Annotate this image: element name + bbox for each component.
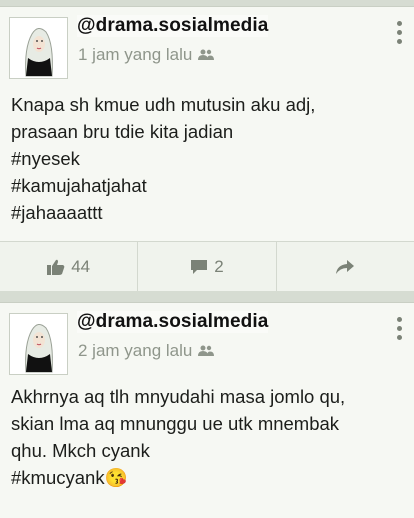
like-count: 44 <box>71 256 91 276</box>
kiss-emoji-icon: 😘 <box>104 467 128 488</box>
comment-count: 2 <box>214 256 224 276</box>
friends-icon <box>198 49 215 60</box>
post-meta: 2 jam yang lalu <box>78 341 215 361</box>
comment-icon <box>191 259 208 274</box>
more-options-icon[interactable] <box>396 317 402 340</box>
post-text: Akhrnya aq tlh mnyudahi masa jomlo qu, s… <box>11 383 402 491</box>
timestamp[interactable]: 1 jam yang lalu <box>78 45 192 65</box>
post-line: prasaan bru tdie kita jadian <box>11 121 234 142</box>
post-text: Knapa sh kmue udh mutusin aku adj, prasa… <box>11 91 402 226</box>
hashtag[interactable]: #kamujahatjahat <box>11 172 402 199</box>
post-line: Akhrnya aq tlh mnyudahi masa jomlo qu, <box>11 386 346 407</box>
timestamp[interactable]: 2 jam yang lalu <box>78 341 192 361</box>
post-card: @drama.sosialmedia 1 jam yang lalu Knapa… <box>0 6 414 291</box>
share-icon <box>336 259 355 274</box>
avatar[interactable] <box>9 313 68 375</box>
hashtag[interactable]: #nyesek <box>11 145 402 172</box>
thumbs-up-icon <box>47 259 65 275</box>
post-card: @drama.sosialmedia 2 jam yang lalu Akhrn… <box>0 302 414 518</box>
hashtag[interactable]: #kmucyank <box>11 467 105 488</box>
like-button[interactable]: 44 <box>0 242 139 291</box>
comment-button[interactable]: 2 <box>138 242 277 291</box>
hashtag-line: #kmucyank😘 <box>11 464 402 491</box>
hijab-avatar-icon <box>10 18 67 78</box>
hashtag[interactable]: #jahaaaattt <box>11 199 402 226</box>
friends-icon <box>198 345 215 356</box>
hijab-avatar-icon <box>10 314 67 374</box>
post-line: skian lma aq mnunggu ue utk mnembak <box>11 413 340 434</box>
watermark: @drama.sosialmedia <box>77 15 269 37</box>
more-options-icon[interactable] <box>396 21 402 44</box>
avatar[interactable] <box>9 17 68 79</box>
watermark: @drama.sosialmedia <box>77 311 269 333</box>
post-line: qhu. Mkch cyank <box>11 440 150 461</box>
post-meta: 1 jam yang lalu <box>78 45 215 65</box>
post-line: Knapa sh kmue udh mutusin aku adj, <box>11 94 316 115</box>
action-bar: 44 2 <box>0 241 414 291</box>
share-button[interactable] <box>277 242 414 291</box>
